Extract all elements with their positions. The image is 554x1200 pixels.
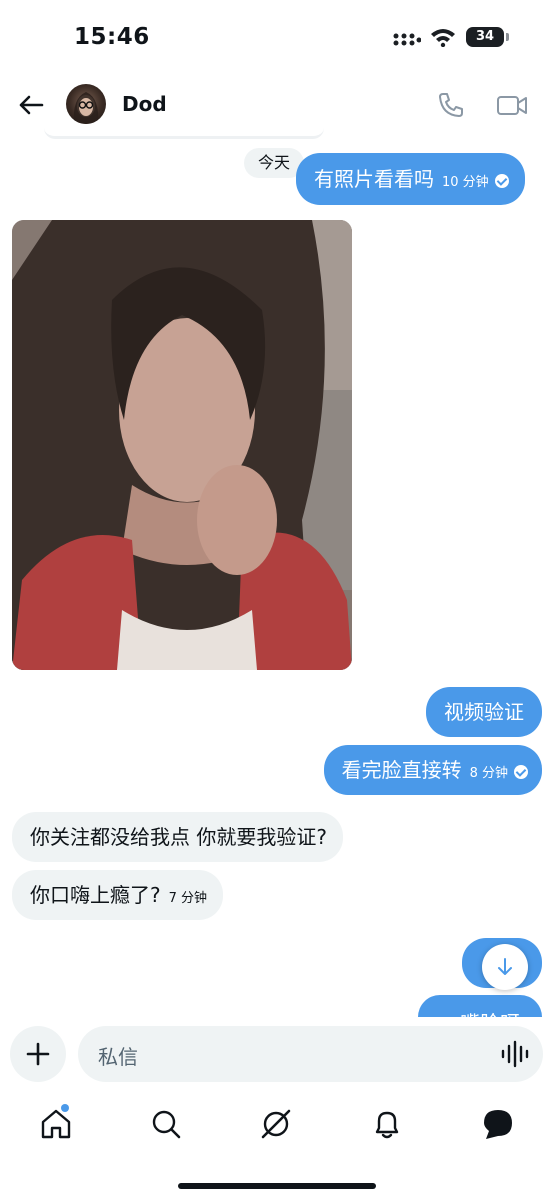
message-text: 你关注都没给我点 你就要我验证? xyxy=(30,825,327,849)
incoming-message[interactable]: 你关注都没给我点 你就要我验证? xyxy=(12,812,343,862)
back-arrow-icon[interactable] xyxy=(14,88,48,122)
messages-icon[interactable] xyxy=(480,1106,516,1142)
contact-name[interactable]: Dod xyxy=(122,92,167,116)
message-time: 8 分钟 xyxy=(469,766,508,781)
arrow-down-icon xyxy=(498,958,512,975)
read-check-icon xyxy=(514,765,528,779)
home-indicator xyxy=(178,1183,376,1189)
battery-level: 34 xyxy=(466,27,504,47)
outgoing-message[interactable]: 有照片看看吗 10 分钟 xyxy=(296,153,525,205)
unread-dot xyxy=(61,1104,69,1112)
message-text: 有照片看看吗 xyxy=(314,167,434,191)
incoming-photo[interactable] xyxy=(12,220,352,670)
previous-message-edge xyxy=(44,128,324,139)
video-camera-icon[interactable] xyxy=(494,88,530,122)
dm-input-placeholder: 私信 xyxy=(98,1045,138,1069)
status-time: 15:46 xyxy=(74,24,150,50)
outgoing-message[interactable]: 一嘴脸呀 xyxy=(418,995,542,1017)
bell-icon[interactable] xyxy=(369,1106,405,1142)
outgoing-message[interactable]: 视频验证 xyxy=(426,687,542,737)
signal-icon xyxy=(393,33,421,46)
read-check-icon xyxy=(494,174,509,188)
message-text: 你口嗨上瘾了? xyxy=(30,883,161,907)
date-separator: 今天 xyxy=(244,148,305,178)
incoming-message[interactable]: 你口嗨上瘾了? 7 分钟 xyxy=(12,870,224,920)
scroll-to-bottom-button[interactable] xyxy=(482,944,528,990)
dm-input[interactable] xyxy=(78,1026,543,1082)
message-text: 视频验证 xyxy=(444,700,524,724)
message-text: 看完脸直接转 xyxy=(341,758,462,782)
photo-image xyxy=(12,220,352,670)
search-icon[interactable] xyxy=(148,1106,184,1142)
message-time: 10 分钟 xyxy=(442,175,489,190)
home-icon[interactable] xyxy=(38,1106,74,1142)
message-text: 一嘴脸呀 xyxy=(440,1007,520,1017)
message-time: 7 分钟 xyxy=(168,891,208,906)
wifi-icon xyxy=(431,29,455,47)
add-attachment-button[interactable] xyxy=(10,1026,66,1082)
battery-cap xyxy=(506,33,509,41)
voice-wave-icon[interactable] xyxy=(500,1040,530,1068)
avatar[interactable] xyxy=(66,84,106,124)
grok-icon[interactable] xyxy=(258,1106,294,1142)
plus-icon xyxy=(26,1042,50,1066)
outgoing-message[interactable]: 看完脸直接转 8 分钟 xyxy=(323,745,542,795)
phone-icon[interactable] xyxy=(434,88,468,122)
